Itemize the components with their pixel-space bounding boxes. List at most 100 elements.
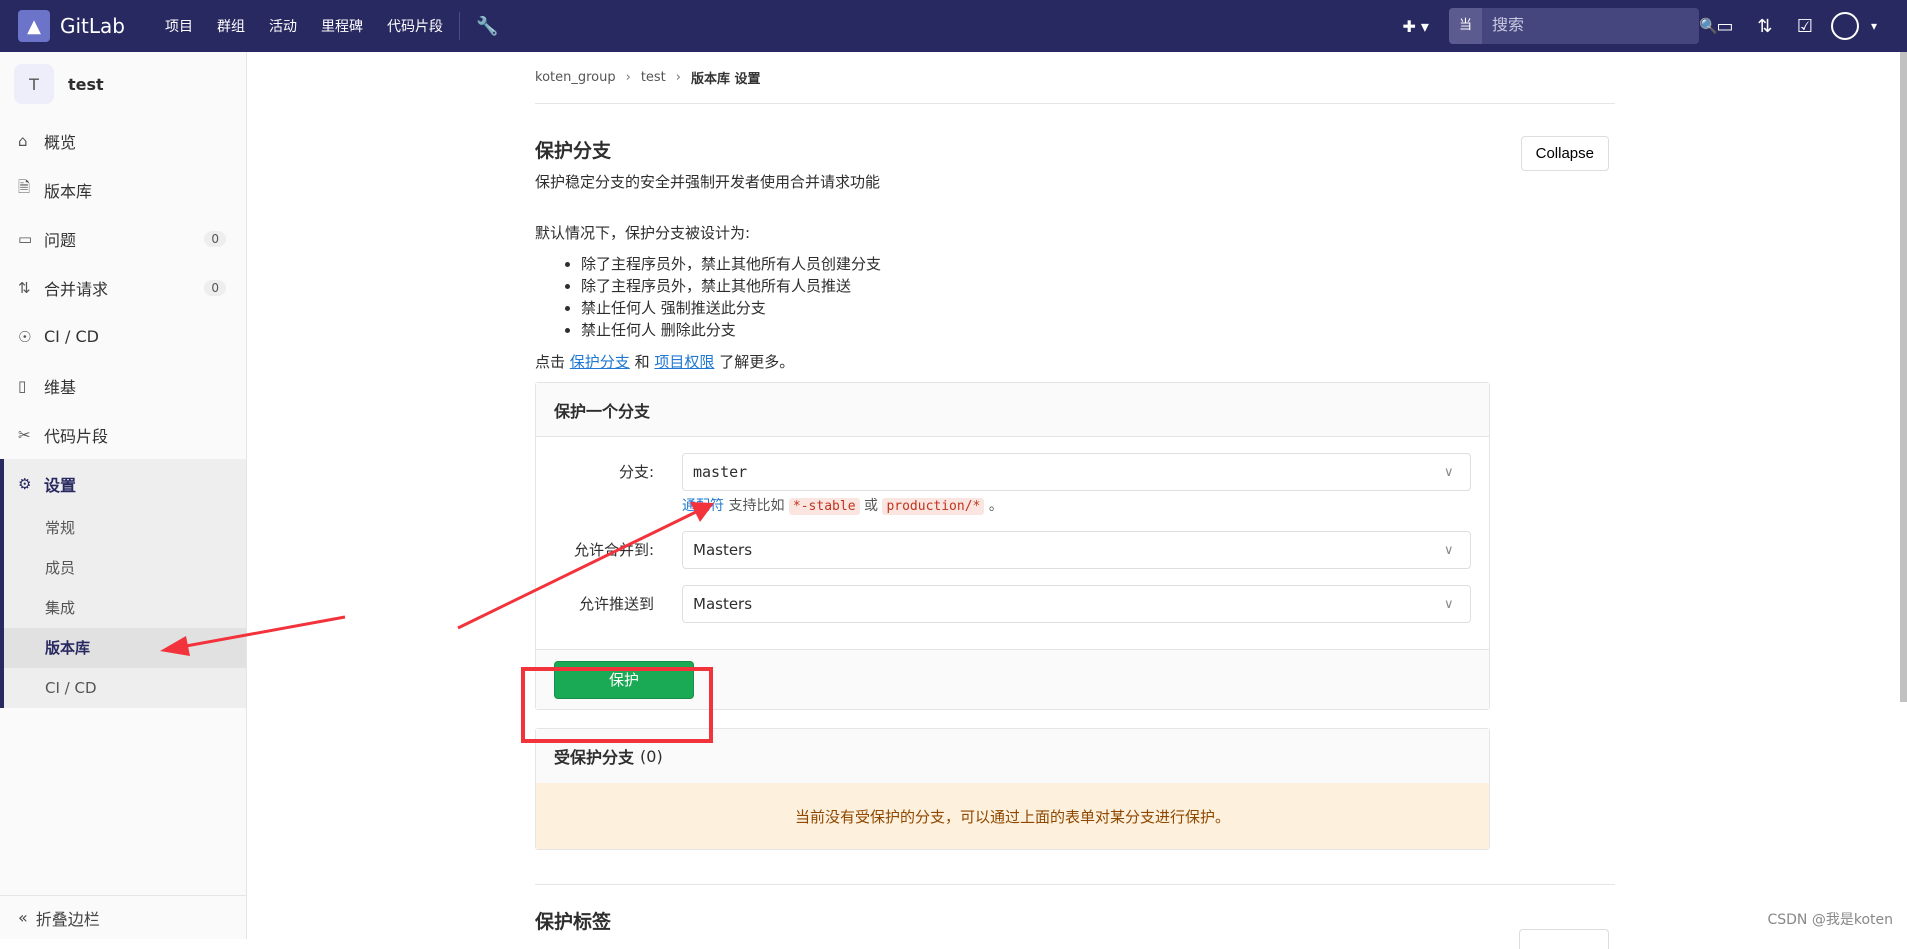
section-description: 保护稳定分支的安全并强制开发者使用合并请求功能 bbox=[535, 171, 1615, 192]
protect-branch-form: 保护一个分支 分支: master ∨ 通配符 支持比如 *-stable 或 … bbox=[535, 382, 1490, 710]
top-navbar: ▲ GitLab 项目 群组 活动 里程碑 代码片段 🔧 ✚ ▾ 当前项目 🔍 … bbox=[0, 0, 1907, 52]
gitlab-logo[interactable]: ▲ GitLab bbox=[18, 10, 125, 42]
settings-sub-members[interactable]: 成员 bbox=[4, 548, 246, 588]
nav-groups[interactable]: 群组 bbox=[217, 16, 245, 36]
branch-select-value: master bbox=[693, 463, 1444, 481]
sidebar-item-settings[interactable]: ⚙ 设置 bbox=[4, 459, 246, 508]
sidebar-item-snippets[interactable]: ✂ 代码片段 bbox=[0, 410, 246, 459]
chevron-down-icon[interactable]: ▾ bbox=[1871, 19, 1877, 33]
list-item: 禁止任何人 强制推送此分支 bbox=[581, 297, 1615, 319]
merge-row: 允许合并到: Masters ∨ bbox=[536, 531, 1471, 569]
protected-list-title: 受保护分支 bbox=[554, 744, 634, 768]
sidebar-item-repository[interactable]: 🗎 版本库 bbox=[0, 165, 246, 214]
scrollbar[interactable] bbox=[1900, 52, 1907, 702]
hint-text: 支持比如 bbox=[728, 498, 784, 514]
form-heading: 保护一个分支 bbox=[536, 383, 1489, 437]
protected-branches-link[interactable]: 保护分支 bbox=[570, 353, 630, 371]
annotation-highlight-box bbox=[521, 667, 713, 743]
list-item: 除了主程序员外，禁止其他所有人员推送 bbox=[581, 275, 1615, 297]
gear-icon: ⚙ bbox=[18, 475, 38, 493]
hint-end: 。 bbox=[989, 498, 1003, 514]
project-permissions-link[interactable]: 项目权限 bbox=[654, 353, 714, 371]
brand-name: GitLab bbox=[60, 14, 125, 38]
admin-wrench-icon[interactable]: 🔧 bbox=[476, 16, 498, 37]
scissors-icon: ✂ bbox=[18, 426, 38, 444]
issues-count-badge: 0 bbox=[204, 231, 226, 247]
project-sidebar: T test ⌂ 概览 🗎 版本库 ▭ 问题 0 ⇅ 合并请求 0 ☉ CI /… bbox=[0, 52, 247, 939]
user-avatar[interactable] bbox=[1831, 12, 1859, 40]
wildcards-link[interactable]: 通配符 bbox=[682, 498, 724, 514]
breadcrumb-project[interactable]: test bbox=[641, 70, 666, 85]
section-divider bbox=[535, 884, 1615, 885]
learn-more-and: 和 bbox=[635, 353, 650, 371]
chevron-down-icon: ∨ bbox=[1444, 465, 1470, 480]
learn-more-suffix: 了解更多。 bbox=[719, 353, 794, 371]
default-rules-list: 除了主程序员外，禁止其他所有人员创建分支 除了主程序员外，禁止其他所有人员推送 … bbox=[581, 253, 1615, 341]
todos-icon[interactable]: ☑ bbox=[1791, 16, 1819, 37]
issues-icon: ▭ bbox=[18, 230, 38, 248]
book-icon: ▯ bbox=[18, 377, 38, 395]
settings-sub-repository[interactable]: 版本库 bbox=[4, 628, 246, 668]
allowed-to-push-select[interactable]: Masters ∨ bbox=[682, 585, 1471, 623]
protected-count: (0) bbox=[640, 747, 663, 766]
project-avatar: T bbox=[14, 64, 54, 104]
merge-icon: ⇅ bbox=[18, 279, 38, 297]
learn-more-prefix: 点击 bbox=[535, 353, 565, 371]
settings-sub-integrations[interactable]: 集成 bbox=[4, 588, 246, 628]
sidebar-item-wiki[interactable]: ▯ 维基 bbox=[0, 361, 246, 410]
collapse-button[interactable]: Collapse bbox=[1521, 136, 1609, 171]
issues-shortcut-icon[interactable]: ▭ bbox=[1711, 16, 1739, 37]
breadcrumb: koten_group › test › 版本库 设置 bbox=[535, 52, 1615, 104]
doc-icon: 🗎 bbox=[18, 177, 38, 202]
sidebar-item-merge-requests[interactable]: ⇅ 合并请求 0 bbox=[0, 263, 246, 312]
merge-select-value: Masters bbox=[693, 541, 1444, 559]
tanuki-icon: ▲ bbox=[18, 10, 50, 42]
nav-activity[interactable]: 活动 bbox=[269, 16, 297, 36]
settings-sub-cicd[interactable]: CI / CD bbox=[4, 668, 246, 708]
protected-branches-list: 受保护分支 (0) 当前没有受保护的分支，可以通过上面的表单对某分支进行保护。 bbox=[535, 728, 1490, 850]
main-content: koten_group › test › 版本库 设置 保护分支 保护稳定分支的… bbox=[535, 52, 1615, 934]
protected-tags-expand-button[interactable] bbox=[1519, 929, 1609, 949]
protected-tags-title: 保护标签 bbox=[535, 907, 1615, 934]
settings-sub-general[interactable]: 常规 bbox=[4, 508, 246, 548]
watermark: CSDN @我是koten bbox=[1767, 909, 1893, 929]
branch-select[interactable]: master ∨ bbox=[682, 453, 1471, 491]
chevron-right-icon: › bbox=[676, 70, 681, 85]
defaults-intro: 默认情况下，保护分支被设计为: bbox=[535, 222, 1615, 243]
branch-label: 分支: bbox=[536, 453, 682, 491]
nav-milestones[interactable]: 里程碑 bbox=[321, 16, 363, 36]
sidebar-project-header[interactable]: T test bbox=[0, 52, 246, 116]
nav-snippets[interactable]: 代码片段 bbox=[387, 16, 443, 36]
project-name: test bbox=[68, 75, 104, 94]
sidebar-item-label: CI / CD bbox=[44, 327, 99, 346]
sidebar-item-overview[interactable]: ⌂ 概览 bbox=[0, 116, 246, 165]
collapse-sidebar-button[interactable]: « 折叠边栏 bbox=[0, 895, 247, 939]
merge-requests-shortcut-icon[interactable]: ⇅ bbox=[1751, 16, 1779, 37]
allowed-to-merge-select[interactable]: Masters ∨ bbox=[682, 531, 1471, 569]
push-row: 允许推送到 Masters ∨ bbox=[536, 585, 1471, 623]
sidebar-item-label: 设置 bbox=[44, 472, 76, 496]
sidebar-item-label: 代码片段 bbox=[44, 423, 108, 447]
rocket-icon: ☉ bbox=[18, 328, 38, 346]
nav-projects[interactable]: 项目 bbox=[165, 16, 193, 36]
search-scope-badge[interactable]: 当前项目 bbox=[1449, 8, 1482, 44]
merge-label: 允许合并到: bbox=[536, 531, 682, 569]
search-input[interactable] bbox=[1482, 17, 1699, 35]
sidebar-item-label: 维基 bbox=[44, 374, 76, 398]
branch-row: 分支: master ∨ 通配符 支持比如 *-stable 或 product… bbox=[536, 453, 1471, 515]
chevron-down-icon: ∨ bbox=[1444, 597, 1470, 612]
collapse-sidebar-label: 折叠边栏 bbox=[36, 906, 100, 930]
hint-code-stable: *-stable bbox=[789, 498, 860, 515]
hint-or: 或 bbox=[864, 498, 878, 514]
wildcard-hint: 通配符 支持比如 *-stable 或 production/* 。 bbox=[682, 495, 1471, 515]
section-title: 保护分支 bbox=[535, 136, 1615, 163]
breadcrumb-group[interactable]: koten_group bbox=[535, 70, 616, 85]
mr-count-badge: 0 bbox=[204, 280, 226, 296]
sidebar-item-issues[interactable]: ▭ 问题 0 bbox=[0, 214, 246, 263]
main-nav: 项目 群组 活动 里程碑 代码片段 bbox=[165, 16, 443, 36]
sidebar-item-label: 合并请求 bbox=[44, 276, 108, 300]
list-item: 除了主程序员外，禁止其他所有人员创建分支 bbox=[581, 253, 1615, 275]
sidebar-item-cicd[interactable]: ☉ CI / CD bbox=[0, 312, 246, 361]
empty-state-message: 当前没有受保护的分支，可以通过上面的表单对某分支进行保护。 bbox=[536, 783, 1489, 849]
new-dropdown-icon[interactable]: ✚ ▾ bbox=[1394, 13, 1437, 40]
